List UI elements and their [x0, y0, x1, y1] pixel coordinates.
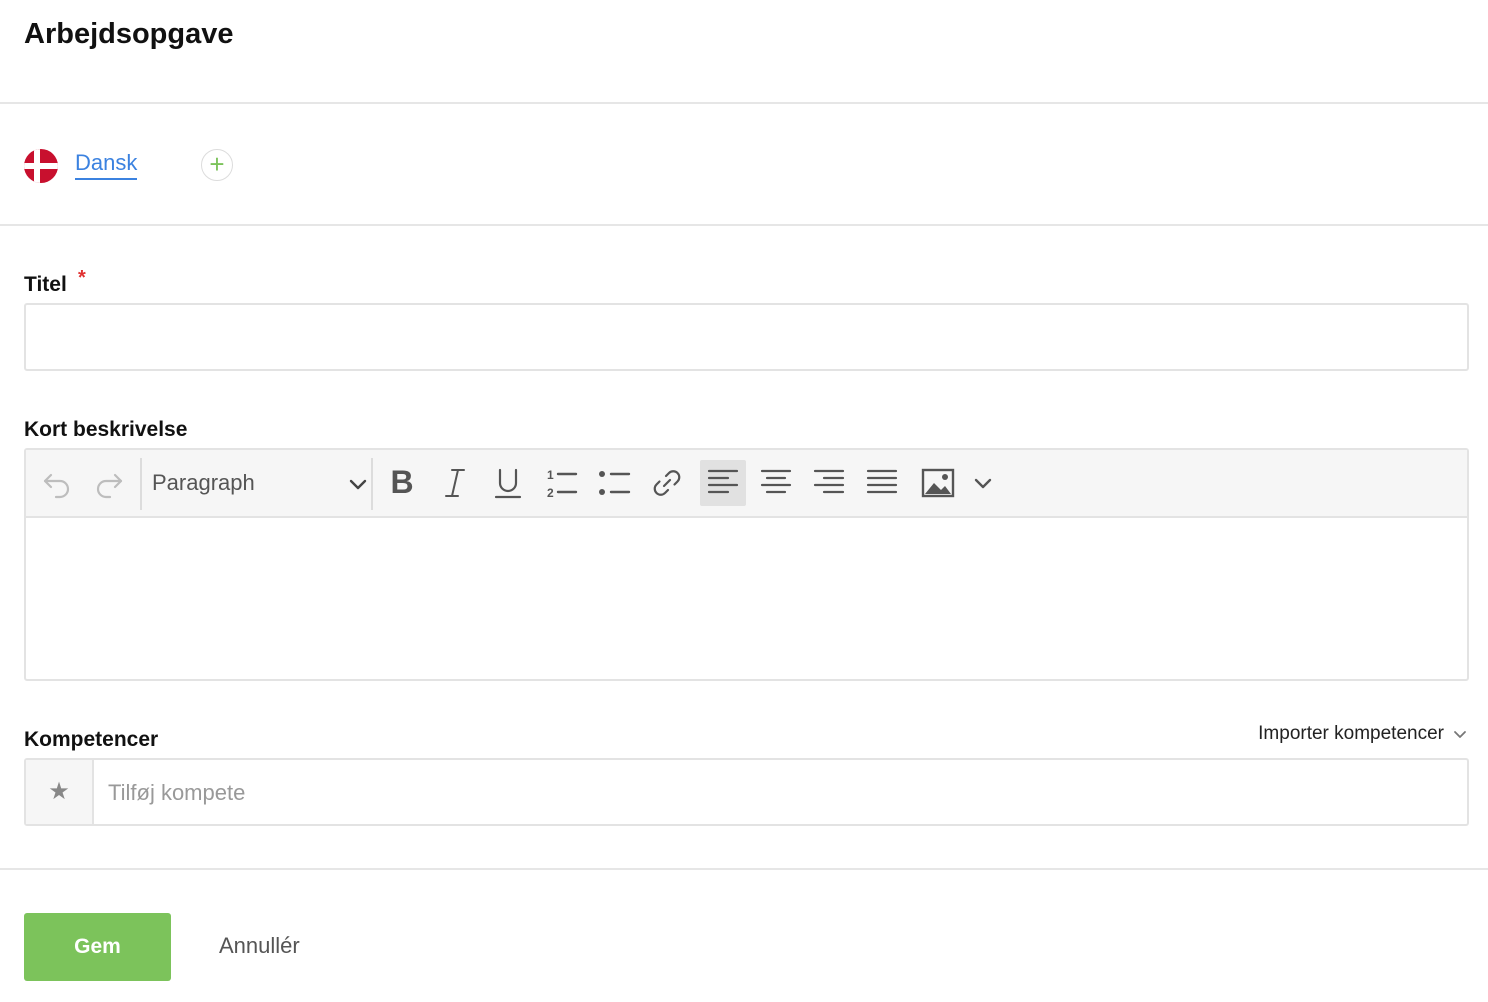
- competences-field: ★: [24, 758, 1469, 826]
- save-button[interactable]: Gem: [24, 913, 171, 981]
- svg-text:1: 1: [547, 468, 554, 482]
- title-label-text: Titel: [24, 273, 67, 296]
- language-tab-dansk[interactable]: Dansk: [75, 150, 138, 180]
- import-competences-dropdown[interactable]: Importer kompetencer: [1258, 723, 1468, 745]
- svg-text:2: 2: [547, 486, 554, 500]
- align-left-icon[interactable]: [700, 460, 746, 506]
- undo-icon[interactable]: [34, 460, 80, 506]
- paragraph-select-value: Paragraph: [152, 470, 255, 495]
- import-competences-label: Importer kompetencer: [1258, 723, 1444, 744]
- redo-icon[interactable]: [86, 460, 132, 506]
- toolbar-separator: [371, 458, 373, 510]
- toolbar-separator: [140, 458, 142, 510]
- description-label: Kort beskrivelse: [24, 418, 188, 441]
- competences-label: Kompetencer: [24, 728, 159, 751]
- link-icon[interactable]: [644, 460, 690, 506]
- plus-icon: +: [209, 149, 225, 179]
- title-label: Titel *: [24, 267, 86, 297]
- star-icon: ★: [26, 760, 94, 824]
- editor-content-area[interactable]: [26, 518, 1467, 679]
- editor-toolbar: Paragraph B 12: [26, 450, 1467, 518]
- required-marker: *: [78, 267, 86, 289]
- align-justify-icon[interactable]: [859, 460, 905, 506]
- rich-text-editor: Paragraph B 12: [24, 448, 1469, 681]
- title-input[interactable]: [24, 303, 1469, 371]
- ordered-list-icon[interactable]: 12: [538, 460, 584, 506]
- competences-input[interactable]: [106, 772, 270, 814]
- page-header: Arbejdsopgave: [0, 0, 1488, 104]
- language-bar: Dansk +: [0, 104, 1488, 226]
- image-icon[interactable]: [915, 460, 961, 506]
- add-language-button[interactable]: +: [201, 149, 233, 181]
- svg-text:B: B: [390, 466, 413, 500]
- align-right-icon[interactable]: [806, 460, 852, 506]
- italic-icon[interactable]: [432, 460, 478, 506]
- page-title: Arbejdsopgave: [24, 18, 234, 50]
- chevron-down-icon: [349, 479, 367, 490]
- underline-icon[interactable]: [485, 460, 531, 506]
- bullet-list-icon[interactable]: [591, 460, 637, 506]
- more-chevron-icon[interactable]: [960, 460, 1006, 506]
- paragraph-select[interactable]: Paragraph: [144, 458, 370, 510]
- bold-icon[interactable]: B: [379, 460, 425, 506]
- footer-divider: [0, 868, 1488, 870]
- chevron-down-icon: [1454, 731, 1466, 738]
- align-center-icon[interactable]: [753, 460, 799, 506]
- denmark-flag-icon: [24, 149, 58, 183]
- cancel-button[interactable]: Annullér: [219, 933, 300, 959]
